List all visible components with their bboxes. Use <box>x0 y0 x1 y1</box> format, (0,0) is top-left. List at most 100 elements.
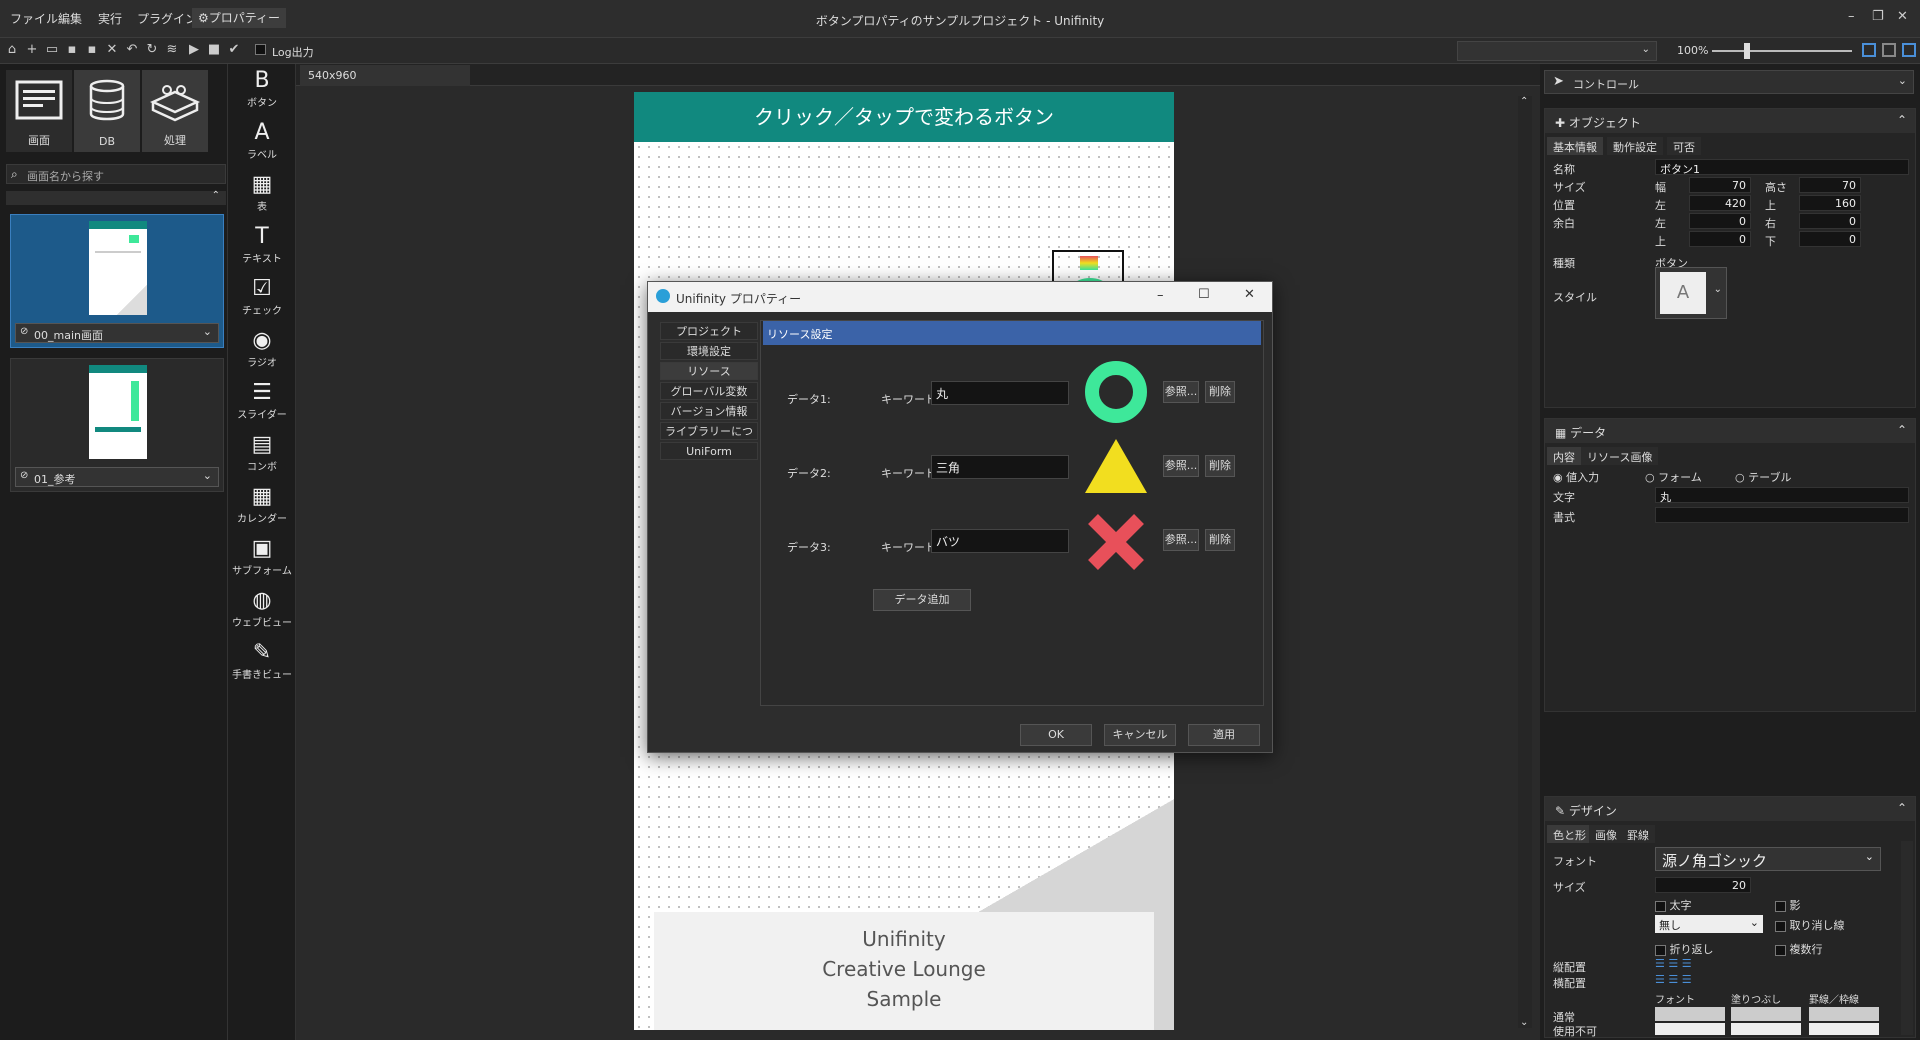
zoom-slider-handle[interactable] <box>1744 43 1750 59</box>
tab-border[interactable]: 罫線 <box>1621 825 1655 843</box>
footer-box[interactable]: Unifinity Creative Lounge Sample <box>654 912 1154 1030</box>
valign-icons[interactable]: ☰ ☰ ☰ <box>1655 957 1692 970</box>
halign-icons[interactable]: ☰ ☰ ☰ <box>1655 973 1692 986</box>
style-select[interactable]: A ⌄ <box>1655 267 1727 319</box>
screen-list-header[interactable]: ⌃ <box>6 190 226 205</box>
font-select[interactable]: 源ノ角ゴシック ⌄ <box>1655 847 1881 871</box>
strike-checkbox[interactable]: 取り消し線 <box>1775 917 1845 933</box>
radio-table[interactable]: ○ テーブル <box>1735 469 1791 485</box>
nav-project[interactable]: プロジェクト <box>660 322 758 340</box>
play-icon[interactable]: ▶ <box>186 42 202 58</box>
height-input[interactable]: 70 <box>1799 177 1861 193</box>
tab-basic-info[interactable]: 基本情報 <box>1547 137 1603 155</box>
width-input[interactable]: 70 <box>1689 177 1751 193</box>
screen-card-ref[interactable]: ⊘ 01_参考 ⌄ <box>10 358 224 492</box>
ok-button[interactable]: OK <box>1020 724 1092 746</box>
layout-split-icon[interactable] <box>1882 43 1896 57</box>
apply-button[interactable]: 適用 <box>1188 724 1260 746</box>
screen-name-select[interactable]: ⊘ 00_main画面 ⌄ <box>15 323 219 343</box>
tab-color-shape[interactable]: 色と形 <box>1547 825 1592 843</box>
nav-resource[interactable]: リソース <box>660 362 758 380</box>
bold-checkbox[interactable]: 太字 <box>1655 897 1692 913</box>
layout-right-icon[interactable] <box>1902 43 1916 57</box>
nav-library[interactable]: ライブラリーについて <box>660 422 758 455</box>
browse-button-2[interactable]: 参照... <box>1163 455 1199 477</box>
check-icon[interactable]: ✔ <box>226 42 242 58</box>
log-checkbox[interactable] <box>252 42 268 58</box>
tab-behavior[interactable]: 動作設定 <box>1607 137 1663 155</box>
restore-icon[interactable]: ❐ <box>1872 9 1884 24</box>
palette-subform[interactable]: ▣ サブフォーム <box>228 536 296 577</box>
palette-label-item[interactable]: A ラベル <box>228 120 296 161</box>
palette-combo[interactable]: ▤ コンボ <box>228 432 296 473</box>
nav-environment[interactable]: 環境設定 <box>660 342 758 360</box>
undo-icon[interactable]: ↶ <box>124 42 140 58</box>
open-folder-icon[interactable]: ▭ <box>44 42 60 58</box>
layout-single-icon[interactable] <box>1862 43 1876 57</box>
tab-image[interactable]: 画像 <box>1589 825 1623 843</box>
minimize-icon[interactable]: – <box>1848 9 1855 24</box>
scroll-down-icon[interactable]: ⌄ <box>1520 1017 1528 1028</box>
keyword-input-1[interactable]: 丸 <box>931 381 1069 405</box>
tab-process[interactable]: 処理 <box>142 70 208 152</box>
text-input[interactable]: 丸 <box>1655 487 1909 504</box>
close-icon[interactable]: ✕ <box>1897 9 1908 24</box>
normal-font-color[interactable] <box>1655 1007 1725 1021</box>
screen-search[interactable]: ⌕ 画面名から探す <box>6 164 226 184</box>
save-icon[interactable]: ▪ <box>64 42 80 58</box>
palette-check[interactable]: ☑ チェック <box>228 276 296 317</box>
vertical-scrollbar[interactable]: ⌃ ⌄ <box>1518 96 1532 1028</box>
chevron-up-icon[interactable]: ⌃ <box>1897 113 1907 127</box>
tab-enable[interactable]: 可否 <box>1667 137 1701 155</box>
margin-top-input[interactable]: 0 <box>1689 231 1751 247</box>
radio-value-input[interactable]: ◉ 値入力 <box>1553 469 1599 485</box>
close-icon[interactable]: ✕ <box>1244 287 1255 302</box>
nav-uniform[interactable]: UniForm <box>660 442 758 460</box>
design-scrollbar[interactable] <box>1901 841 1913 1035</box>
tab-screen[interactable]: 画面 <box>6 70 72 152</box>
normal-border-color[interactable] <box>1809 1007 1879 1021</box>
tab-content[interactable]: 内容 <box>1547 447 1581 465</box>
disabled-fill-color[interactable] <box>1731 1023 1801 1035</box>
maximize-icon[interactable]: ☐ <box>1198 287 1210 302</box>
name-input[interactable]: ボタン1 <box>1655 159 1909 176</box>
palette-handwriting[interactable]: ✎ 手書きビュー <box>228 640 296 681</box>
browse-button-1[interactable]: 参照... <box>1163 381 1199 403</box>
disabled-font-color[interactable] <box>1655 1023 1725 1035</box>
multiline-checkbox[interactable]: 複数行 <box>1775 941 1823 957</box>
control-select[interactable]: ➤ コントロール ⌄ <box>1544 70 1914 94</box>
top-input[interactable]: 160 <box>1799 195 1861 211</box>
scroll-up-icon[interactable]: ⌃ <box>1520 96 1528 107</box>
nav-version[interactable]: バージョン情報 <box>660 402 758 420</box>
palette-slider[interactable]: ☰ スライダー <box>228 380 296 421</box>
format-input[interactable] <box>1655 507 1909 523</box>
tab-resource-image[interactable]: リソース画像 <box>1581 447 1659 465</box>
wrap-checkbox[interactable]: 折り返し <box>1655 941 1714 957</box>
cancel-button[interactable]: キャンセル <box>1104 724 1176 746</box>
delete-button-1[interactable]: 削除 <box>1205 381 1235 403</box>
margin-left-input[interactable]: 0 <box>1689 213 1751 229</box>
left-input[interactable]: 420 <box>1689 195 1751 211</box>
palette-text[interactable]: T テキスト <box>228 224 296 265</box>
normal-fill-color[interactable] <box>1731 1007 1801 1021</box>
tab-canvas-size[interactable]: 540x960 <box>300 65 470 86</box>
shadow-checkbox[interactable]: 影 <box>1775 897 1801 913</box>
zoom-slider[interactable] <box>1712 43 1852 59</box>
chevron-up-icon[interactable]: ⌃ <box>1897 423 1907 437</box>
disabled-border-color[interactable] <box>1809 1023 1879 1035</box>
tab-db[interactable]: DB <box>74 70 140 152</box>
minimize-icon[interactable]: – <box>1157 288 1164 303</box>
wifi-icon[interactable]: ≋ <box>164 42 180 58</box>
palette-radio[interactable]: ◉ ラジオ <box>228 328 296 369</box>
device-select[interactable]: ⌄ <box>1457 41 1657 61</box>
add-icon[interactable]: + <box>24 42 40 58</box>
nav-global-vars[interactable]: グローバル変数 <box>660 382 758 400</box>
refresh-icon[interactable]: ↻ <box>144 42 160 58</box>
chevron-up-icon[interactable]: ⌃ <box>212 190 220 201</box>
screen-card-main[interactable]: ⊘ 00_main画面 ⌄ <box>10 214 224 348</box>
decoration-select[interactable]: 無し ⌄ <box>1655 915 1763 933</box>
palette-table[interactable]: ▦ 表 <box>228 172 296 213</box>
palette-calendar[interactable]: ▦ カレンダー <box>228 484 296 525</box>
add-data-button[interactable]: データ追加 <box>873 589 971 611</box>
keyword-input-3[interactable]: バツ <box>931 529 1069 553</box>
